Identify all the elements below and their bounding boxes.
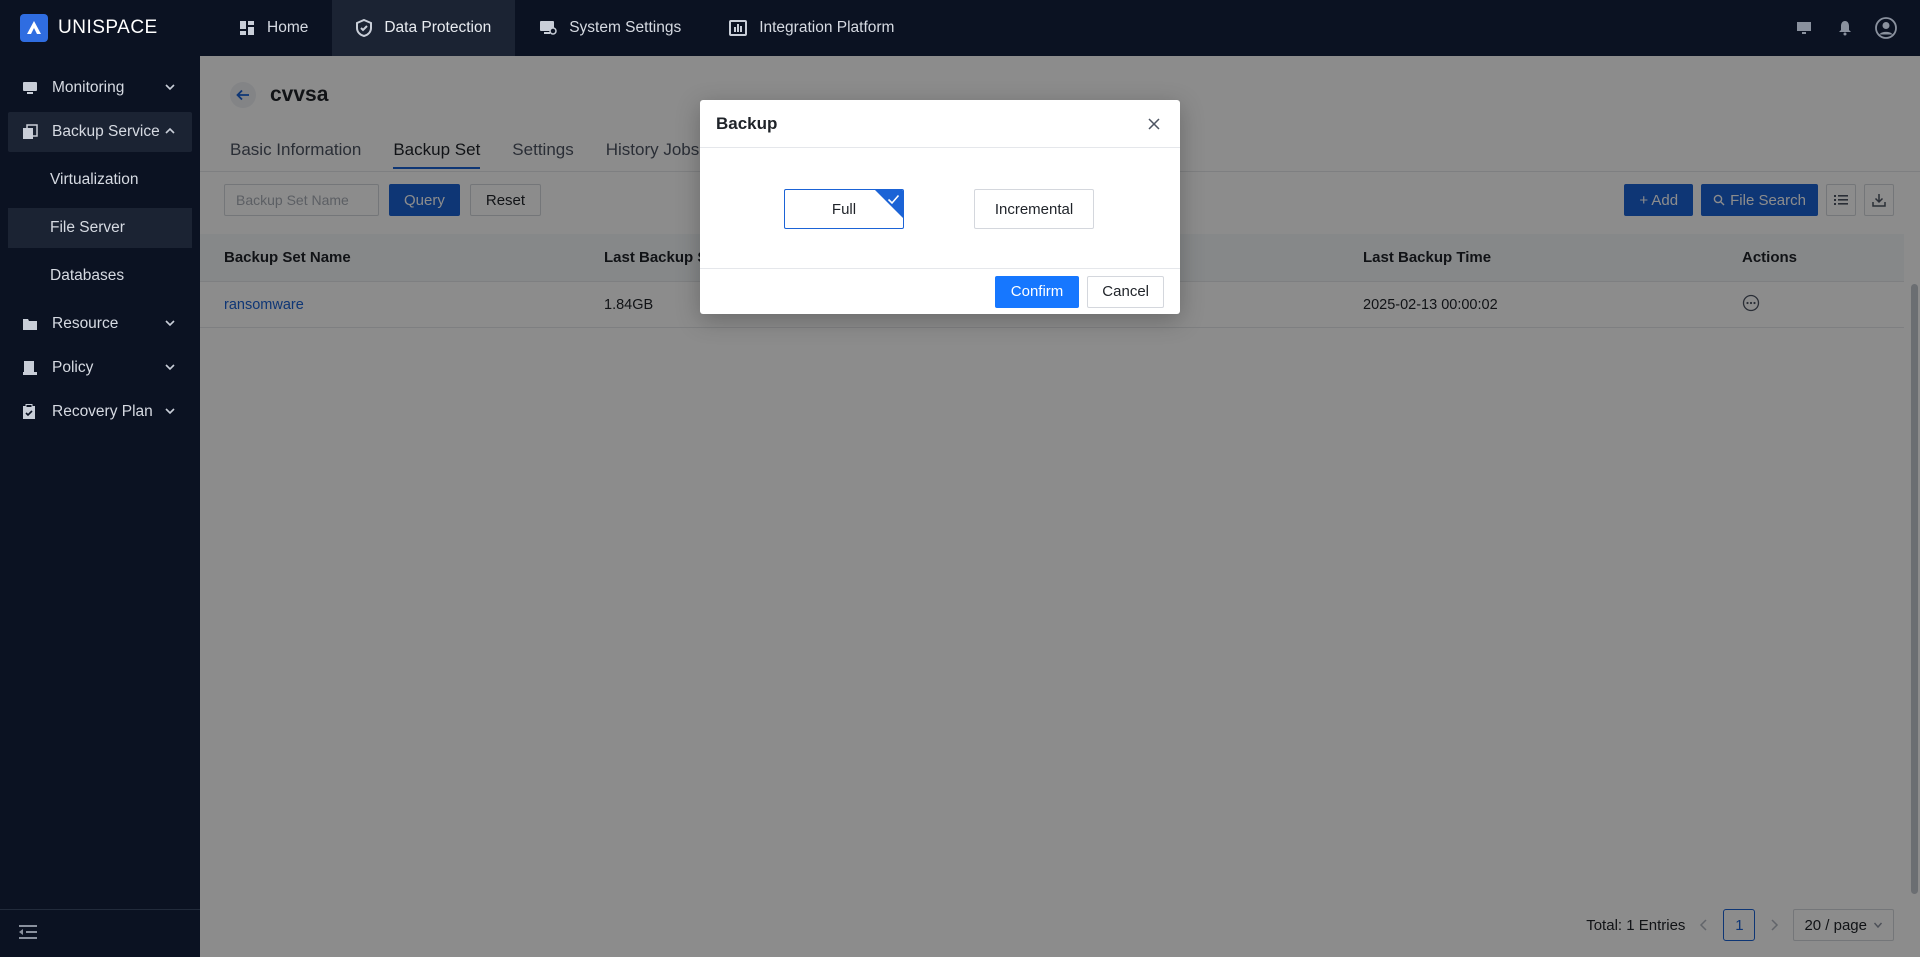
backup-dialog: Backup Full Incremental Confirm Cancel [700, 100, 1180, 314]
check-icon [887, 192, 900, 209]
sidebar-sub-file-server[interactable]: File Server [8, 208, 192, 248]
option-incremental-label: Incremental [994, 200, 1074, 218]
sidebar: Monitoring Backup Service Virtualization… [0, 56, 200, 957]
top-nav: Home Data Protection System Settings Int… [215, 0, 918, 56]
chevron-down-icon [164, 317, 176, 329]
logo-icon [20, 14, 48, 42]
monitor-icon [22, 81, 40, 95]
confirm-button[interactable]: Confirm [994, 275, 1080, 308]
user-avatar-icon[interactable] [1865, 0, 1906, 56]
sidebar-sub-databases[interactable]: Databases [8, 256, 192, 296]
collapse-menu-icon [18, 924, 38, 944]
sidebar-item-resource[interactable]: Resource [8, 304, 192, 344]
option-full-label: Full [831, 200, 857, 218]
nav-data-protection[interactable]: Data Protection [332, 0, 516, 56]
app-name: UNISPACE [58, 17, 158, 38]
close-icon[interactable] [1144, 114, 1164, 134]
top-bar: UNISPACE Home Data Protection System Set… [0, 0, 1920, 56]
nav-home-label: Home [267, 19, 309, 36]
nav-system-settings-label: System Settings [569, 19, 682, 36]
backup-icon [22, 124, 40, 140]
sidebar-item-label: Policy [52, 359, 94, 376]
nav-integration-platform-label: Integration Platform [759, 19, 895, 36]
policy-icon [22, 360, 40, 376]
cancel-button[interactable]: Cancel [1087, 275, 1164, 308]
chart-window-icon [729, 20, 748, 36]
sidebar-item-policy[interactable]: Policy [8, 348, 192, 388]
app-logo[interactable]: UNISPACE [0, 0, 200, 56]
sidebar-item-label: Monitoring [52, 79, 125, 96]
sidebar-sub-label: Virtualization [50, 171, 139, 188]
sidebar-item-label: Backup Service [52, 123, 160, 140]
sidebar-collapse[interactable] [0, 909, 200, 957]
nav-system-settings[interactable]: System Settings [515, 0, 705, 56]
option-full[interactable]: Full [784, 189, 904, 229]
chevron-down-icon [164, 361, 176, 373]
chevron-down-icon [164, 81, 176, 93]
screen-icon[interactable] [1783, 0, 1824, 56]
shield-icon [356, 19, 373, 37]
sidebar-item-backup-service[interactable]: Backup Service [8, 112, 192, 152]
option-incremental[interactable]: Incremental [974, 189, 1094, 229]
nav-integration-platform[interactable]: Integration Platform [705, 0, 918, 56]
monitor-settings-icon [539, 20, 557, 36]
dashboard-icon [239, 20, 255, 36]
sidebar-sub-label: Databases [50, 267, 125, 284]
chevron-up-icon [164, 125, 176, 137]
sidebar-sub-virtualization[interactable]: Virtualization [8, 160, 192, 200]
sidebar-item-label: Resource [52, 315, 119, 332]
nav-home[interactable]: Home [215, 0, 332, 56]
sidebar-sub-label: File Server [50, 219, 125, 236]
clipboard-icon [22, 404, 40, 420]
dialog-header: Backup [700, 100, 1180, 148]
folder-icon [22, 317, 40, 331]
dialog-body: Full Incremental [700, 148, 1180, 269]
dialog-footer: Confirm Cancel [700, 269, 1180, 314]
nav-data-protection-label: Data Protection [384, 19, 492, 36]
sidebar-item-label: Recovery Plan [52, 403, 153, 420]
bell-icon[interactable] [1824, 0, 1865, 56]
sidebar-item-monitoring[interactable]: Monitoring [8, 68, 192, 108]
chevron-down-icon [164, 405, 176, 417]
top-right-tools [1783, 0, 1920, 56]
sidebar-item-recovery-plan[interactable]: Recovery Plan [8, 392, 192, 432]
dialog-title: Backup [716, 113, 778, 133]
